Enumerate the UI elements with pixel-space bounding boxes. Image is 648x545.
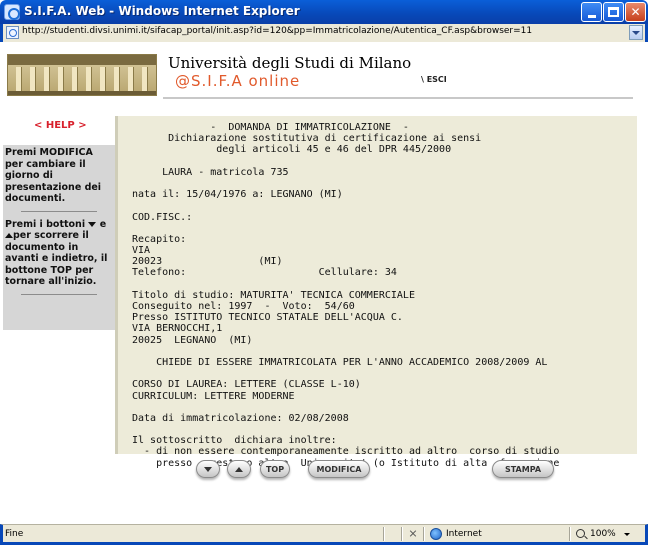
title-bar: S.I.F.A. Web - Windows Internet Explorer… — [0, 0, 648, 24]
logout-link[interactable]: \ ESCI — [421, 75, 447, 84]
document-line: nata il: 15/04/1976 a: LEGNANO (MI) — [132, 189, 343, 201]
zoom-level[interactable]: 100% — [590, 529, 616, 539]
minimize-icon — [587, 14, 596, 18]
arrow-up-icon — [5, 233, 13, 238]
university-building-logo — [7, 54, 157, 96]
document-line: 20023 (MI) — [132, 256, 283, 268]
minimize-button[interactable] — [581, 2, 602, 22]
university-name: Università degli Studi di Milano — [168, 54, 412, 72]
document-line: CORSO DI LAUREA: LETTERE (CLASSE L-10) — [132, 379, 361, 391]
address-bar: http://studenti.divsi.unimi.it/sifacap_p… — [0, 24, 648, 42]
maximize-icon — [608, 7, 619, 17]
document-line: Presso ISTITUTO TECNICO STATALE DELL'ACQ… — [132, 312, 403, 324]
close-icon: ✕ — [630, 5, 641, 19]
help-note-navigation: Premi i bottoni e per scorrere il docume… — [5, 218, 108, 287]
status-bar: Fine Internet 100% — [0, 524, 648, 545]
document-line: LAURA - matricola 735 — [132, 166, 289, 178]
document-line: Titolo di studio: MATURITA' TECNICA COMM… — [132, 289, 415, 301]
address-dropdown-button[interactable] — [629, 25, 643, 40]
document-line: VIA BERNOCCHI,1 — [132, 323, 223, 335]
site-header: Università degli Studi di Milano @S.I.F.… — [3, 42, 645, 114]
zoom-dropdown-icon[interactable] — [624, 533, 630, 536]
header-divider — [163, 97, 633, 99]
document-line: Il sottoscritto dichiara inoltre: — [132, 435, 337, 447]
page-viewport: Università degli Studi di Milano @S.I.F.… — [3, 42, 645, 524]
document-line: CHIEDE DI ESSERE IMMATRICOLATA PER L'ANN… — [132, 356, 548, 368]
globe-icon — [430, 528, 442, 540]
portal-name: @S.I.F.A online — [175, 72, 301, 90]
print-button[interactable]: STAMPA — [492, 460, 554, 478]
document-line: - DOMANDA DI IMMATRICOLAZIONE - — [132, 122, 409, 133]
document-line: Telefono: Cellulare: 34 — [132, 267, 397, 279]
document-line: - di non essere contemporaneamente iscri… — [132, 446, 560, 458]
help-sidebar: Premi MODIFICA per cambiare il giorno di… — [3, 145, 115, 330]
scroll-up-button[interactable] — [227, 460, 251, 478]
document-line: Dichiarazione sostitutiva di certificazi… — [132, 133, 482, 145]
document-line: CURRICULUM: LETTERE MODERNE — [132, 390, 295, 402]
status-text: Fine — [5, 529, 24, 539]
document-line: degli articoli 45 e 46 del DPR 445/2000 — [132, 144, 452, 156]
document-line: 20025 LEGNANO (MI) — [132, 334, 253, 346]
document-line: Data di immatricolazione: 02/08/2008 — [132, 412, 349, 424]
window-title: S.I.F.A. Web - Windows Internet Explorer — [24, 4, 300, 18]
ie-icon — [4, 4, 20, 20]
document-line: COD.FISC.: — [132, 211, 193, 223]
zoom-icon[interactable] — [576, 529, 585, 538]
help-link[interactable]: < HELP > — [34, 120, 87, 131]
arrow-up-icon — [235, 466, 243, 472]
scissors-icon — [408, 529, 418, 539]
scroll-down-button[interactable] — [196, 460, 220, 478]
sidebar-divider — [21, 210, 97, 212]
document-toolbar: TOP MODIFICA STAMPA — [3, 460, 645, 490]
arrow-down-icon — [204, 466, 212, 472]
document-line: Conseguito nel: 1997 - Voto: 54/60 — [132, 301, 355, 312]
modify-button[interactable]: MODIFICA — [308, 460, 370, 478]
security-zone: Internet — [446, 529, 482, 539]
top-button[interactable]: TOP — [260, 460, 290, 478]
chevron-down-icon — [632, 30, 640, 35]
document-line: Recapito: — [132, 233, 187, 245]
arrow-down-icon — [88, 221, 97, 227]
document-panel: - DOMANDA DI IMMATRICOLAZIONE - Dichiara… — [115, 116, 637, 469]
sidebar-divider — [21, 293, 97, 295]
document-line: VIA — [132, 245, 151, 257]
maximize-button[interactable] — [603, 2, 624, 22]
enrollment-document: - DOMANDA DI IMMATRICOLAZIONE - Dichiara… — [132, 122, 632, 469]
page-icon — [6, 26, 19, 39]
close-button[interactable]: ✕ — [625, 2, 646, 22]
url-field[interactable]: http://studenti.divsi.unimi.it/sifacap_p… — [22, 26, 532, 36]
help-note-modify: Premi MODIFICA per cambiare il giorno di… — [5, 147, 102, 204]
